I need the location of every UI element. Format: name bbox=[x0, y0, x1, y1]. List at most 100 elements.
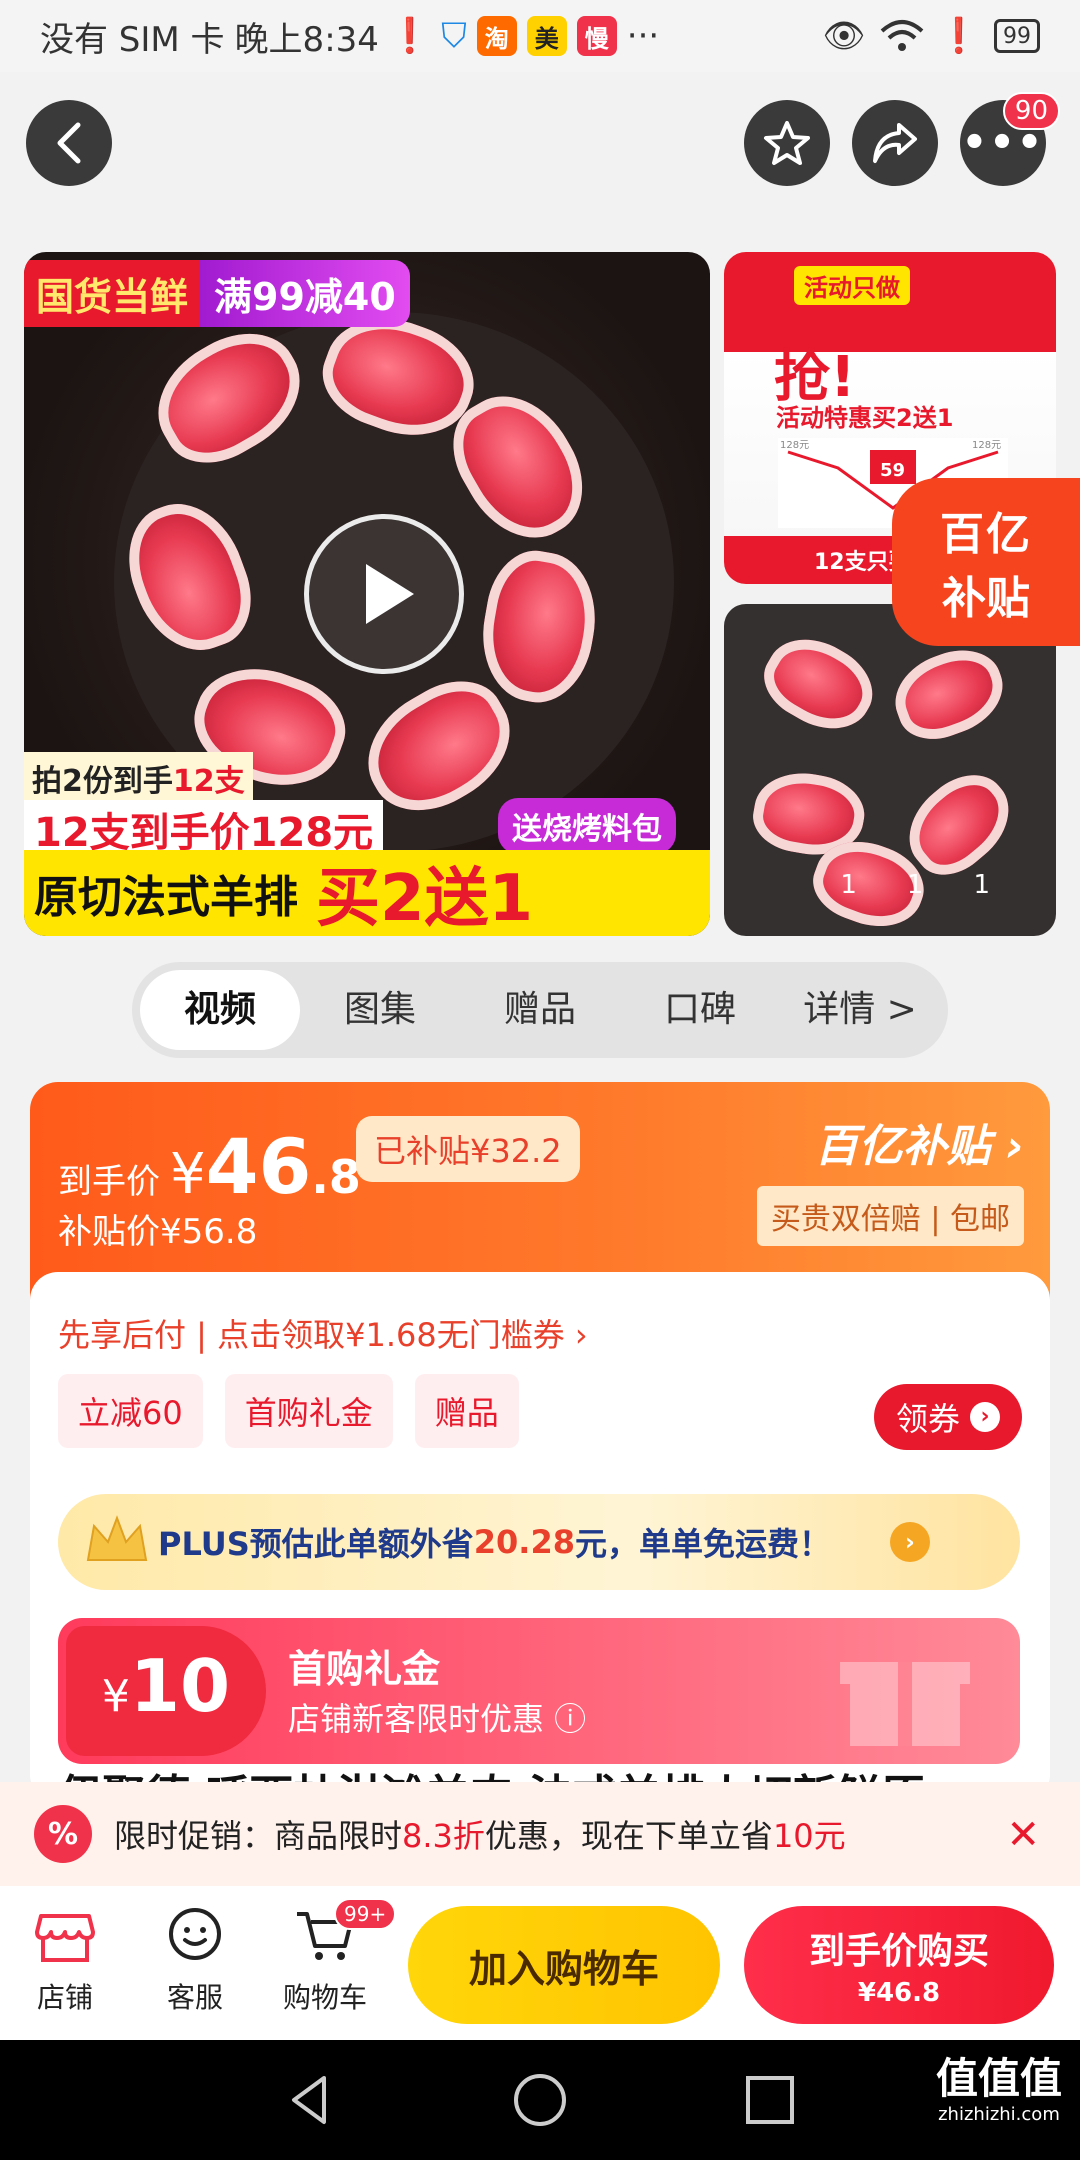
chevron-right-icon: › bbox=[970, 1402, 1000, 1432]
notification-icon: ❗ bbox=[388, 16, 432, 56]
close-icon[interactable]: ✕ bbox=[1006, 1812, 1040, 1858]
lamb-chop-image bbox=[883, 637, 1015, 751]
percent-icon: % bbox=[34, 1805, 92, 1863]
promo-two-packs-count: 12支 bbox=[172, 764, 245, 799]
final-price: 到手价 ¥ 46 .8 bbox=[58, 1122, 361, 1211]
promo-gift: 送烧烤料包 bbox=[498, 798, 676, 854]
gift-amount: ¥ 10 bbox=[66, 1626, 266, 1756]
gift-box-icon bbox=[840, 1662, 970, 1746]
image-counter-total: 11 bbox=[906, 870, 1040, 900]
gift-amount-value: 10 bbox=[129, 1644, 231, 1728]
chat-smile-icon bbox=[169, 1908, 221, 1960]
customer-service-button[interactable]: 客服 bbox=[140, 1904, 250, 2016]
cart-button[interactable]: 99+ 购物车 bbox=[270, 1898, 397, 2016]
promo-two-packs-text: 拍2份到手 bbox=[32, 764, 173, 799]
add-to-cart-button[interactable]: 加入购物车 bbox=[408, 1906, 720, 2024]
lamb-chop-image bbox=[751, 621, 887, 747]
chevron-left-icon bbox=[57, 122, 81, 164]
alert-icon: ❗ bbox=[937, 16, 980, 56]
image-gallery[interactable]: 国货当鲜 满99减40 拍2份到手12支 12支到手价128元 送烧烤料包 原切… bbox=[0, 252, 1080, 936]
flash-sale-discount: 8.3折 bbox=[402, 1817, 485, 1855]
get-coupon-label: 领券 bbox=[895, 1400, 960, 1438]
final-price-label: 到手价 bbox=[58, 1162, 160, 1202]
main-product-video[interactable]: 国货当鲜 满99减40 拍2份到手12支 12支到手价128元 送烧烤料包 原切… bbox=[24, 252, 710, 936]
more-button[interactable]: ••• 90 bbox=[960, 92, 1060, 186]
chip-first-purchase[interactable]: 首购礼金 bbox=[224, 1374, 393, 1448]
banner-offer: 买2送1 bbox=[316, 862, 534, 936]
buy-now-label: 到手价购买 bbox=[808, 1931, 989, 1972]
eye-icon: 👁 bbox=[822, 16, 866, 56]
watermark-text: 值值值 bbox=[935, 2054, 1062, 2103]
subsidy-brand-link[interactable]: 百亿补贴 › bbox=[757, 1110, 1024, 1174]
tab-gifts[interactable]: 赠品 bbox=[460, 970, 620, 1050]
battery-icon: 99 bbox=[994, 19, 1040, 53]
bottom-action-bar: 店铺 客服 99+ 购物车 加入购物车 到手价购买 ¥46.8 bbox=[0, 1886, 1080, 2040]
chip-gift[interactable]: 赠品 bbox=[414, 1374, 519, 1448]
thumbnail-lamb-chops[interactable]: 111 bbox=[724, 604, 1056, 936]
pay-later-link[interactable]: 先享后付 | 点击领取¥1.68无门槛券 › bbox=[58, 1310, 588, 1356]
first-purchase-gift-card[interactable]: ¥ 10 首购礼金 店铺新客限时优惠 ⓘ bbox=[58, 1618, 1020, 1764]
taobao-app-icon: 淘 bbox=[476, 16, 517, 56]
cart-label: 购物车 bbox=[282, 1981, 367, 2014]
subsidy-badge-top: 百亿 bbox=[940, 509, 1032, 560]
offers-section: 先享后付 | 点击领取¥1.68无门槛券 › 立减60 首购礼金 赠品 领券 ›… bbox=[30, 1272, 1050, 1802]
share-arrow-icon bbox=[873, 123, 917, 163]
shop-button[interactable]: 店铺 bbox=[10, 1904, 120, 2016]
promo-two-packs: 拍2份到手12支 bbox=[24, 752, 253, 804]
main-image-banner: 原切法式羊排 买2送1 bbox=[24, 850, 710, 936]
subsidy-badge: 百亿 补贴 bbox=[892, 478, 1080, 646]
favorite-button[interactable] bbox=[744, 100, 830, 186]
get-coupon-button[interactable]: 领券 › bbox=[873, 1384, 1022, 1450]
gift-currency: ¥ bbox=[101, 1671, 130, 1722]
crown-icon bbox=[86, 1515, 148, 1561]
tab-details[interactable]: 详情 > bbox=[780, 970, 940, 1050]
mini-chart-left-price: 128元 bbox=[780, 440, 809, 451]
main-image-tags: 国货当鲜 满99减40 bbox=[24, 260, 410, 327]
more-notifications-icon: ··· bbox=[626, 16, 660, 56]
thumbnail-offer: 活动特惠买2送1 bbox=[776, 404, 954, 432]
shop-label: 店铺 bbox=[36, 1981, 93, 2014]
mini-chart-mid-price: 59 bbox=[880, 460, 905, 481]
back-button[interactable] bbox=[26, 100, 112, 186]
meituan-app-icon: 美 bbox=[526, 16, 567, 56]
watermark-site: zhizhizhi.com bbox=[938, 2104, 1060, 2125]
plus-prefix: PLUS预估此单额外省 bbox=[158, 1525, 474, 1563]
buy-now-button[interactable]: 到手价购买 ¥46.8 bbox=[744, 1906, 1054, 2024]
gift-subtitle: 店铺新客限时优惠 ⓘ bbox=[288, 1700, 587, 1738]
slow-app-icon: 慢 bbox=[576, 16, 617, 56]
flash-sale-middle: 优惠，现在下单立省 bbox=[484, 1817, 773, 1855]
flash-sale-bar[interactable]: % 限时促销：商品限时 8.3折 优惠，现在下单立省 10元 ✕ bbox=[0, 1782, 1080, 1886]
tab-reviews[interactable]: 口碑 bbox=[620, 970, 780, 1050]
shield-icon: ⛉ bbox=[441, 16, 467, 56]
carrier-text: 没有 SIM 卡 bbox=[40, 19, 225, 60]
subsidy-brand[interactable]: 百亿补贴 › 买贵双倍赔 | 包邮 bbox=[756, 1110, 1024, 1246]
watermark-logo: 值值值 zhizhizhi.com bbox=[936, 2058, 1062, 2124]
play-button[interactable] bbox=[304, 514, 464, 674]
home-circle-icon[interactable] bbox=[510, 2070, 570, 2130]
subsidy-badge-bottom: 补贴 bbox=[942, 573, 1030, 624]
chip-instant-discount[interactable]: 立减60 bbox=[58, 1374, 203, 1448]
plus-amount: 20.28 bbox=[473, 1523, 575, 1561]
chevron-right-icon: › bbox=[890, 1522, 930, 1562]
flash-sale-prefix: 限时促销：商品限时 bbox=[114, 1817, 403, 1855]
flash-sale-saving: 10元 bbox=[772, 1817, 846, 1855]
cart-badge: 99+ bbox=[334, 1898, 397, 1930]
more-badge: 90 bbox=[1002, 92, 1060, 130]
currency-symbol: ¥ bbox=[170, 1142, 206, 1207]
banner-product-name: 原切法式羊排 bbox=[34, 872, 298, 923]
buy-now-price: ¥46.8 bbox=[857, 1978, 941, 2008]
price-decimal: .8 bbox=[311, 1150, 361, 1204]
share-button[interactable] bbox=[852, 100, 938, 186]
thumbnail-header-text: 活动只做 bbox=[794, 266, 910, 305]
customer-service-label: 客服 bbox=[166, 1981, 223, 2014]
guarantee-badge: 买贵双倍赔 | 包邮 bbox=[756, 1186, 1024, 1246]
back-triangle-icon[interactable] bbox=[280, 2070, 340, 2130]
price-card: 到手价 ¥ 46 .8 已补贴¥32.2 补贴价¥56.8 百亿补贴 › 买贵双… bbox=[30, 1082, 1050, 1802]
tab-gallery[interactable]: 图集 bbox=[300, 970, 460, 1050]
tab-video[interactable]: 视频 bbox=[140, 970, 300, 1050]
plus-savings-banner[interactable]: PLUS预估此单额外省 20.28 元，单单免运费！ › bbox=[58, 1494, 1020, 1590]
tag-guohuo: 国货当鲜 bbox=[24, 260, 201, 327]
play-icon bbox=[366, 564, 414, 624]
recents-square-icon[interactable] bbox=[740, 2070, 800, 2130]
subsidized-amount: 已补贴¥32.2 bbox=[356, 1116, 580, 1182]
